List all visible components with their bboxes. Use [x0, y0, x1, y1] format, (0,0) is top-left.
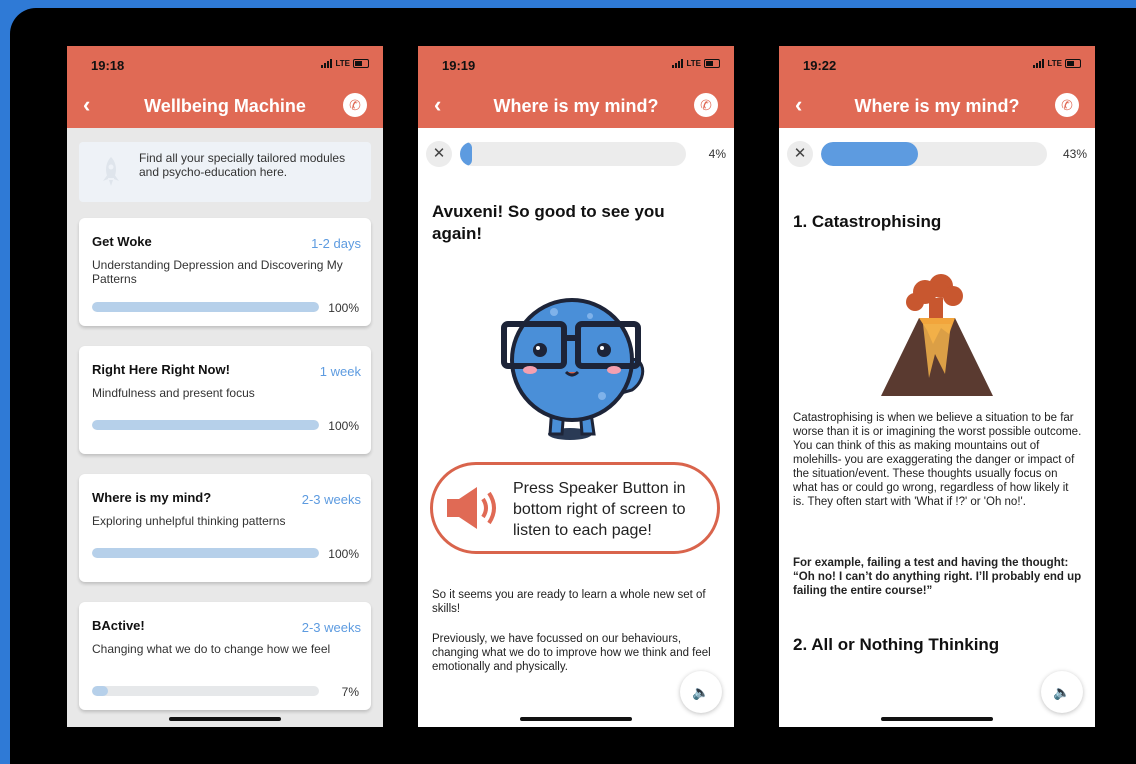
page-title: Where is my mind?	[493, 96, 659, 116]
status-signal: LTE	[1033, 59, 1081, 68]
battery-icon	[1065, 59, 1081, 68]
module-progress-bar	[92, 302, 319, 312]
screen-modules: 19:18 LTE ‹ Wellbeing Machine ✆ Find all…	[67, 46, 383, 727]
status-bar: 19:18 LTE	[67, 46, 383, 84]
module-card[interactable]: Where is my mind? 2-3 weeks Exploring un…	[79, 474, 371, 582]
mascot-illustration	[501, 298, 645, 440]
module-description: Understanding Depression and Discovering…	[92, 258, 343, 286]
close-icon[interactable]: ✕	[787, 141, 813, 167]
section-heading: 1. Catastrophising	[793, 212, 942, 231]
module-duration: 1 week	[319, 364, 361, 379]
module-description: Mindfulness and present focus	[92, 386, 255, 400]
lesson-progress-fill	[460, 142, 472, 166]
status-signal: LTE	[321, 59, 369, 68]
module-progress-bar	[92, 420, 319, 430]
paragraph: So it seems you are ready to learn a who…	[432, 589, 706, 615]
speaker-prompt: Press Speaker Button in bottom right of …	[513, 480, 686, 539]
info-text: Find all your specially tailored modules…	[139, 151, 346, 179]
battery-icon	[704, 59, 720, 68]
module-description: Exploring unhelpful thinking patterns	[92, 514, 286, 528]
module-title: Where is my mind?	[92, 490, 212, 505]
module-progress-fill	[92, 686, 108, 696]
home-indicator[interactable]	[520, 717, 632, 721]
page-title: Wellbeing Machine	[144, 96, 306, 116]
module-card[interactable]: BActive! 2-3 weeks Changing what we do t…	[79, 602, 371, 710]
network-label: LTE	[335, 59, 350, 68]
module-progress-bar	[92, 686, 319, 696]
battery-icon	[353, 59, 369, 68]
screen-lesson: 19:22 LTE ‹ Where is my mind? ✆ ✕ 43% 1.…	[779, 46, 1095, 727]
module-progress-fill	[92, 420, 319, 430]
status-time: 19:19	[442, 58, 476, 73]
paragraph: Catastrophising is when we believe a sit…	[793, 412, 1082, 508]
signal-icon	[1033, 59, 1045, 68]
home-indicator[interactable]	[881, 717, 993, 721]
volcano-illustration	[881, 274, 993, 396]
lesson-progress: ✕ 43%	[787, 141, 1087, 167]
example-text: For example, failing a test and having t…	[793, 557, 1082, 597]
phone-icon[interactable]: ✆	[1055, 93, 1079, 117]
lesson-progress-fill	[821, 142, 919, 166]
module-card[interactable]: Right Here Right Now! 1 week Mindfulness…	[79, 346, 371, 454]
app-bar: ‹ Where is my mind? ✆	[418, 84, 734, 128]
module-title: BActive!	[92, 618, 145, 633]
module-title: Get Woke	[92, 234, 152, 249]
lesson-progress-label: 43%	[1062, 147, 1087, 161]
lesson-progress: ✕ 4%	[426, 141, 726, 167]
status-signal: LTE	[672, 59, 720, 68]
screen-intro: 19:19 LTE ‹ Where is my mind? ✆ ✕ 4% Avu…	[418, 46, 734, 727]
network-label: LTE	[686, 59, 701, 68]
lesson-progress-bar	[821, 142, 1047, 166]
lesson-progress-label: 4%	[708, 147, 726, 161]
module-progress-label: 100%	[328, 419, 359, 433]
module-duration: 2-3 weeks	[301, 492, 361, 507]
status-bar: 19:19 LTE	[418, 46, 734, 84]
phone-icon[interactable]: ✆	[694, 93, 718, 117]
module-title: Right Here Right Now!	[92, 362, 230, 377]
lesson-progress-bar	[460, 142, 686, 166]
signal-icon	[672, 59, 684, 68]
speaker-button[interactable]: 🔈	[680, 671, 722, 713]
network-label: LTE	[1047, 59, 1062, 68]
speaker-button[interactable]: 🔈	[1041, 671, 1083, 713]
module-progress-bar	[92, 548, 319, 558]
speaker-icon	[447, 487, 496, 529]
status-time: 19:18	[91, 58, 125, 73]
close-icon[interactable]: ✕	[426, 141, 452, 167]
status-bar: 19:22 LTE	[779, 46, 1095, 84]
speaker-icon: 🔈	[1053, 684, 1071, 700]
app-bar: ‹ Wellbeing Machine ✆	[67, 84, 383, 128]
module-duration: 2-3 weeks	[301, 620, 361, 635]
status-time: 19:22	[803, 58, 837, 73]
speaker-icon: 🔈	[692, 684, 710, 700]
speaker-instructions: Press Speaker Button in bottom right of …	[430, 462, 720, 554]
app-bar: ‹ Where is my mind? ✆	[779, 84, 1095, 128]
info-banner: Find all your specially tailored modules…	[79, 142, 371, 202]
signal-icon	[321, 59, 333, 68]
module-progress-label: 7%	[341, 685, 359, 699]
greeting-heading: Avuxeni! So good to see you again!	[432, 202, 665, 243]
page-title: Where is my mind?	[854, 96, 1020, 116]
rocket-icon	[103, 157, 119, 186]
module-progress-label: 100%	[328, 547, 359, 561]
module-progress-label: 100%	[328, 301, 359, 315]
home-indicator[interactable]	[169, 717, 281, 721]
module-progress-fill	[92, 302, 319, 312]
module-description: Changing what we do to change how we fee…	[92, 642, 331, 656]
module-card[interactable]: Get Woke 1-2 days Understanding Depressi…	[79, 218, 371, 326]
module-progress-fill	[92, 548, 319, 558]
phone-icon[interactable]: ✆	[343, 93, 367, 117]
paragraph: Previously, we have focussed on our beha…	[432, 633, 711, 673]
section-heading: 2. All or Nothing Thinking	[793, 635, 1000, 654]
module-duration: 1-2 days	[311, 236, 361, 251]
